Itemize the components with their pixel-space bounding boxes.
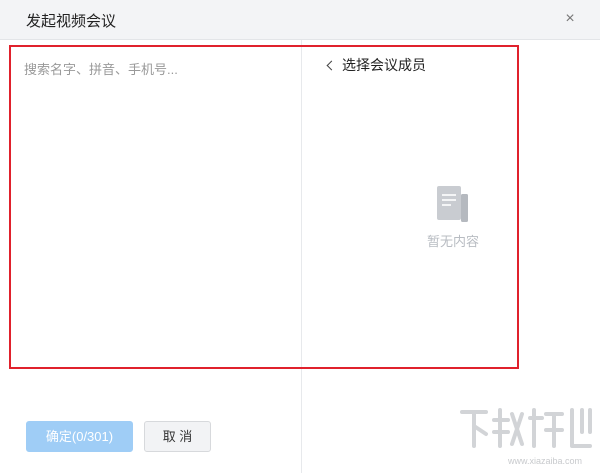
- selected-members-pane: 选择会议成员 暂无内容: [303, 40, 600, 473]
- cancel-button[interactable]: 取 消: [144, 421, 211, 452]
- confirm-button[interactable]: 确定(0/301): [26, 421, 133, 452]
- back-label: 选择会议成员: [342, 57, 426, 73]
- dialog-header: 发起视频会议 ×: [0, 0, 600, 40]
- document-icon: [437, 186, 468, 222]
- empty-text: 暂无内容: [426, 234, 479, 249]
- close-icon[interactable]: ×: [560, 9, 580, 29]
- search-input[interactable]: [24, 58, 274, 80]
- chevron-left-icon: [326, 60, 337, 70]
- back-button[interactable]: 选择会议成员: [326, 55, 426, 75]
- contact-search-pane: [0, 40, 302, 473]
- dialog-body: 选择会议成员 暂无内容: [0, 40, 600, 473]
- dialog-title: 发起视频会议: [26, 13, 117, 30]
- empty-state: 暂无内容: [423, 185, 483, 250]
